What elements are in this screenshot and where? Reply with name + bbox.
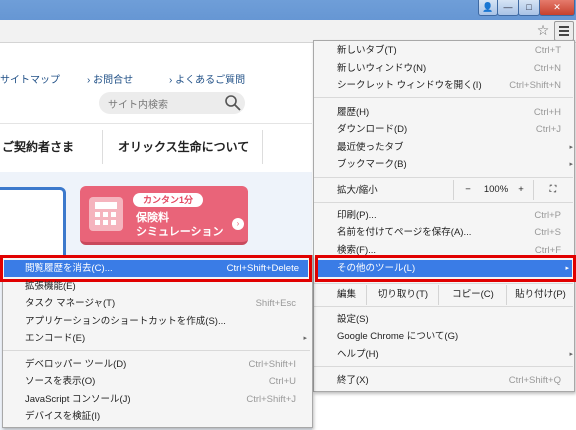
banner-badge: カンタン1分 (133, 193, 203, 207)
menu-item-new-tab[interactable]: 新しいタブ(T) Ctrl+T (337, 42, 561, 59)
menu-item-incognito[interactable]: シークレット ウィンドウを開く(I) Ctrl+Shift+N (337, 77, 561, 94)
chevron-right-icon: › (232, 218, 244, 230)
zoom-in-button[interactable]: + (511, 180, 531, 200)
submenu-item-inspect-devices[interactable]: デバイスを検証(I) (25, 408, 296, 425)
menu-item-print[interactable]: 印刷(P)... Ctrl+P (337, 207, 561, 224)
zoom-value: 100% (483, 184, 509, 195)
profile-button[interactable]: 👤 (478, 0, 498, 16)
link-contact[interactable]: › お問合せ (87, 71, 133, 86)
submenu-item-js-console[interactable]: JavaScript コンソール(J) Ctrl+Shift+J (25, 391, 296, 408)
menu-item-downloads[interactable]: ダウンロード(D) Ctrl+J (337, 121, 561, 138)
search-icon[interactable] (224, 94, 242, 112)
calculator-icon (89, 197, 123, 231)
submenu-arrow-icon: ▸ (569, 144, 573, 151)
nav-divider (102, 130, 103, 164)
menu-separator (314, 366, 573, 367)
search-placeholder: サイト内検索 (108, 100, 168, 111)
link-faq[interactable]: › よくあるご質問 (169, 71, 245, 86)
submenu-arrow-icon: ▸ (569, 161, 573, 168)
copy-button[interactable]: コピー(C) (438, 285, 507, 305)
nav-item-policyholders[interactable]: ご契約者さま (2, 138, 74, 155)
submenu-arrow-icon: ▸ (569, 351, 573, 358)
menu-separator (314, 306, 573, 307)
minimize-button[interactable]: — (497, 0, 519, 16)
submenu-item-task-manager[interactable]: タスク マネージャ(T) Shift+Esc (25, 295, 296, 312)
menu-item-recent-tabs[interactable]: 最近使ったタブ ▸ (337, 139, 573, 156)
menu-separator (314, 283, 573, 284)
chrome-menu-button[interactable] (554, 21, 574, 41)
nav-item-about[interactable]: オリックス生命について (118, 138, 249, 155)
highlight-callout (315, 255, 576, 282)
fullscreen-icon[interactable]: ⛶ (533, 180, 572, 200)
menu-item-new-window[interactable]: 新しいウィンドウ(N) Ctrl+N (337, 60, 561, 77)
feature-card[interactable] (0, 187, 66, 263)
cut-button[interactable]: 切り取り(T) (366, 285, 439, 305)
zoom-controls: − 100% + ⛶ (453, 180, 573, 200)
menu-item-save-page[interactable]: 名前を付けてページを保存(A)... Ctrl+S (337, 224, 561, 241)
menu-item-exit[interactable]: 終了(X) Ctrl+Shift+Q (337, 372, 561, 389)
zoom-out-button[interactable]: − (453, 180, 482, 200)
bookmark-star-icon[interactable]: ☆ (536, 22, 550, 38)
menu-item-help[interactable]: ヘルプ(H) ▸ (337, 346, 573, 363)
close-button[interactable]: ✕ (539, 0, 575, 16)
menu-item-about-chrome[interactable]: Google Chrome について(G) (337, 328, 561, 345)
zoom-label: 拡大/縮小 (337, 185, 378, 196)
menu-separator (314, 202, 573, 203)
paste-button[interactable]: 貼り付け(P) (506, 285, 574, 305)
link-sitemap[interactable]: サイトマップ (0, 71, 60, 86)
menu-separator (314, 97, 573, 98)
submenu-item-view-source[interactable]: ソースを表示(O) Ctrl+U (25, 373, 296, 390)
nav-divider (262, 130, 263, 164)
edit-controls: 切り取り(T) コピー(C) 貼り付け(P) (366, 285, 573, 305)
submenu-item-extensions[interactable]: 拡張機能(E) (25, 278, 296, 295)
menu-separator (3, 350, 310, 351)
menu-item-history[interactable]: 履歴(H) Ctrl+H (337, 104, 561, 121)
submenu-item-encoding[interactable]: エンコード(E) ▸ (25, 330, 307, 347)
menu-item-settings[interactable]: 設定(S) (337, 311, 561, 328)
maximize-button[interactable]: □ (518, 0, 540, 16)
submenu-item-create-shortcut[interactable]: アプリケーションのショートカットを作成(S)... (25, 313, 296, 330)
menu-item-bookmarks[interactable]: ブックマーク(B) ▸ (337, 156, 573, 173)
submenu-item-developer-tools[interactable]: デベロッパー ツール(D) Ctrl+Shift+I (25, 356, 296, 373)
menu-separator (314, 177, 573, 178)
banner-subtitle: シミュレーション (136, 226, 224, 238)
submenu-arrow-icon: ▸ (303, 335, 307, 342)
